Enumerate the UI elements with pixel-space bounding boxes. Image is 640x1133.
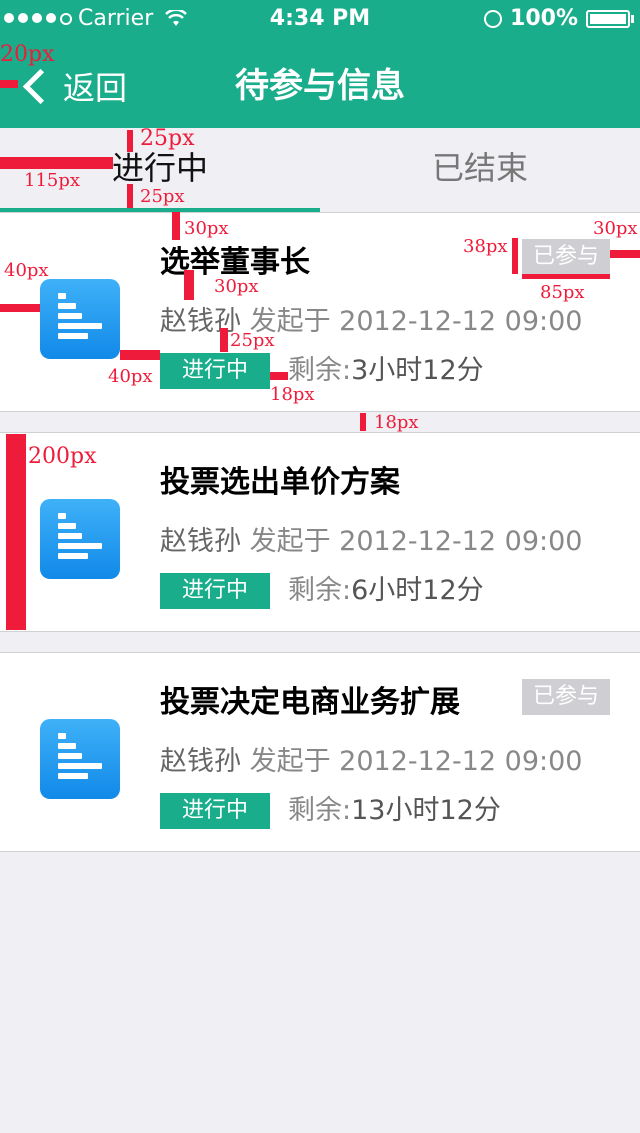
item-initiated: 发起于 2012-12-12 09:00: [249, 306, 583, 337]
item-author: 赵钱孙: [160, 746, 241, 777]
page-title: 待参与信息: [235, 66, 405, 106]
item-title: 投票选出单价方案: [160, 465, 400, 500]
spacing-marker: [0, 157, 113, 169]
spacing-label: 30px: [593, 218, 638, 239]
status-badge: 进行中: [160, 573, 270, 609]
spacing-label: 30px: [184, 218, 229, 239]
spacing-label: 115px: [24, 170, 81, 191]
joined-badge: 已参与: [522, 239, 610, 275]
spacing-marker: [127, 184, 133, 208]
battery-percent: 100%: [510, 6, 578, 31]
list-item[interactable]: 选举董事长 赵钱孙 发起于 2012-12-12 09:00 进行中 剩余:3小…: [0, 212, 640, 412]
item-remaining: 剩余:3小时12分: [288, 353, 484, 389]
item-meta: 赵钱孙 发起于 2012-12-12 09:00: [160, 739, 582, 778]
spacing-marker: [172, 212, 180, 240]
spacing-label: 25px: [140, 186, 185, 207]
item-initiated: 发起于 2012-12-12 09:00: [249, 526, 583, 557]
spacing-marker: [522, 274, 610, 279]
spacing-marker: [360, 413, 366, 431]
tab-ended[interactable]: 已结束: [320, 128, 640, 212]
spacing-label: 30px: [214, 276, 259, 297]
spacing-label: 25px: [230, 330, 275, 351]
item-remaining: 剩余:13小时12分: [288, 793, 501, 829]
rotation-lock-icon: [484, 9, 503, 28]
remain-label: 剩余:: [288, 355, 352, 386]
remain-value: 6小时12分: [351, 575, 484, 606]
spacing-label: 20px: [0, 42, 55, 67]
spacing-marker: [0, 304, 40, 312]
spacing-label: 85px: [540, 282, 585, 303]
vote-chart-icon: [40, 719, 120, 799]
status-badge: 进行中: [160, 353, 270, 389]
spacing-label: 18px: [374, 412, 419, 433]
item-author: 赵钱孙: [160, 306, 241, 337]
joined-badge: 已参与: [522, 679, 610, 715]
item-remaining: 剩余:6小时12分: [288, 573, 484, 609]
vote-chart-icon: [40, 279, 120, 359]
spacing-label: 40px: [108, 366, 153, 387]
item-meta: 赵钱孙 发起于 2012-12-12 09:00: [160, 519, 582, 558]
status-badge: 进行中: [160, 793, 270, 829]
spacing-marker: [610, 250, 640, 258]
tab-bar: 进行中 已结束: [0, 128, 640, 213]
spacing-marker: [512, 238, 518, 274]
item-title: 投票决定电商业务扩展: [160, 685, 460, 720]
battery-icon: [586, 9, 634, 28]
status-bar: Carrier 4:34 PM 100%: [0, 6, 640, 36]
spacing-marker: [120, 350, 160, 360]
remain-label: 剩余:: [288, 575, 352, 606]
list-item[interactable]: 投票决定电商业务扩展 赵钱孙 发起于 2012-12-12 09:00 进行中 …: [0, 652, 640, 852]
remain-value: 3小时12分: [351, 355, 484, 386]
spacing-label: 18px: [270, 384, 315, 405]
nav-bar: Carrier 4:34 PM 100% 返回 待参与信息: [0, 0, 640, 128]
spacing-label: 40px: [4, 260, 49, 281]
spacing-label: 25px: [140, 126, 195, 151]
spacing-marker: [6, 434, 26, 630]
item-author: 赵钱孙: [160, 526, 241, 557]
vote-chart-icon: [40, 499, 120, 579]
item-initiated: 发起于 2012-12-12 09:00: [249, 746, 583, 777]
spacing-marker: [184, 270, 194, 300]
spacing-marker: [220, 328, 228, 352]
item-title: 选举董事长: [160, 245, 310, 280]
spacing-marker: [127, 130, 133, 152]
spacing-label: 38px: [463, 236, 508, 257]
remain-label: 剩余:: [288, 795, 352, 826]
spacing-label: 200px: [28, 444, 97, 469]
spacing-marker: [0, 80, 18, 88]
remain-value: 13小时12分: [351, 795, 501, 826]
spacing-marker: [270, 372, 288, 380]
